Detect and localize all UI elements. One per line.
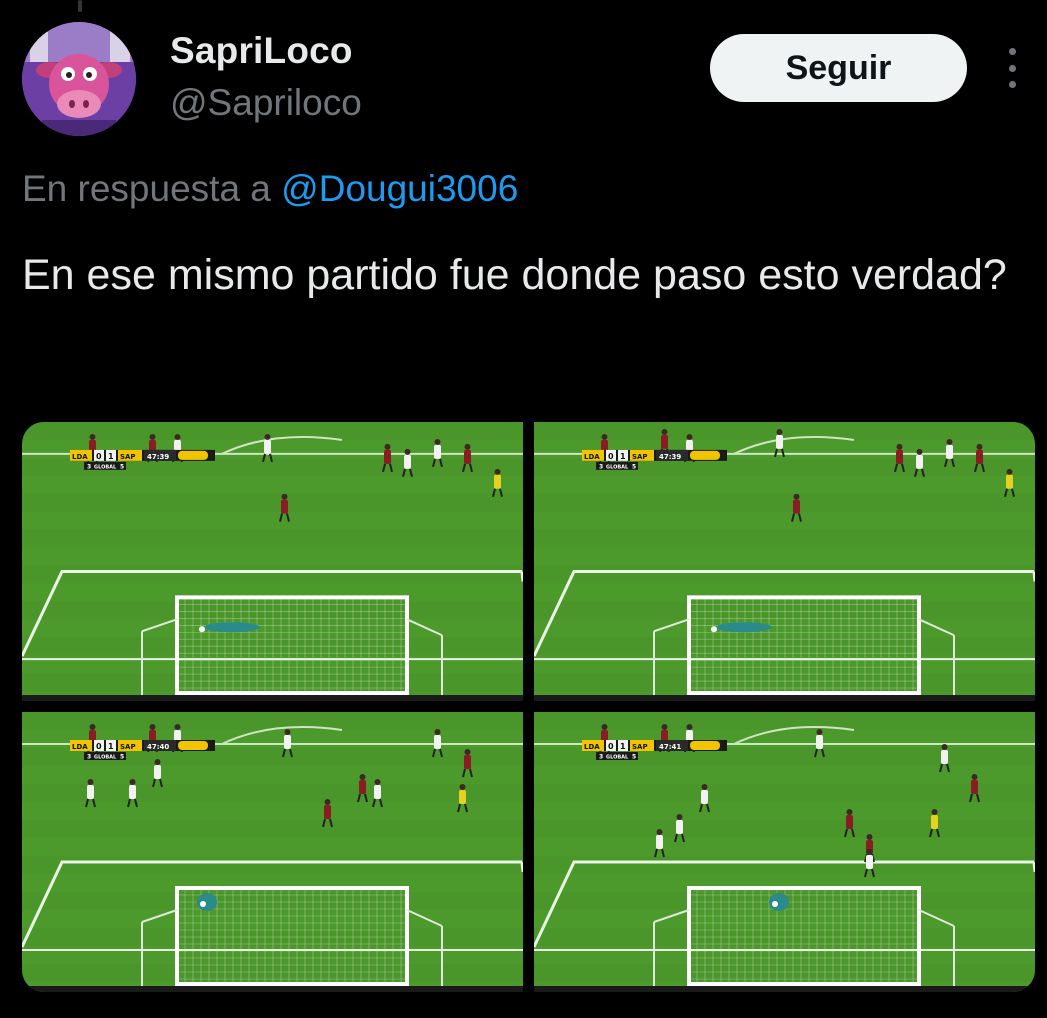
scoreboard-home-score: 0: [608, 452, 614, 461]
scoreboard-aggregate-home: 3: [87, 463, 91, 470]
scoreboard-away-team: SAP: [632, 743, 648, 751]
more-vertical-icon[interactable]: [1000, 48, 1024, 88]
reply-prefix: En respuesta a: [22, 168, 271, 209]
scoreboard-aggregate-away: 5: [120, 754, 124, 761]
scoreboard-aggregate-label: GLOBAL: [94, 755, 117, 761]
scoreboard-clock: 47:39: [147, 453, 169, 461]
scoreboard-away-score: 1: [620, 452, 626, 461]
scoreboard-clock: 47:41: [659, 743, 681, 751]
media-image-2[interactable]: LDA 0 1 SAP 47:39 3 GLOBAL 5: [534, 422, 1035, 701]
scoreboard-home-score: 0: [96, 452, 102, 461]
scoreboard-aggregate-away: 5: [120, 463, 124, 470]
more-dot: [1008, 48, 1016, 55]
football-frame: LDA 0 1 SAP 47:40 3 GLOBAL 5: [22, 712, 523, 992]
media-image-4[interactable]: LDA 0 1 SAP 47:41 3 GLOBAL 5: [534, 712, 1035, 992]
football-frame: LDA 0 1 SAP 47:39 3 GLOBAL 5: [534, 422, 1035, 701]
pink-cow-mascot-avatar-icon: [22, 22, 136, 136]
media-grid: LDA 0 1 SAP 47:39 3 GLOBAL 5 LDA 0 1 SAP 47:39 3 GLOB…: [22, 422, 1035, 992]
scoreboard-home-team: LDA: [72, 453, 88, 461]
thread-connector-line: [78, 0, 82, 12]
media-image-3[interactable]: LDA 0 1 SAP 47:40 3 GLOBAL 5: [22, 712, 523, 992]
scoreboard-home-team: LDA: [584, 743, 600, 751]
scoreboard-aggregate-away: 5: [632, 754, 636, 761]
scoreboard-home-team: LDA: [584, 453, 600, 461]
reply-mention-link[interactable]: @Dougui3006: [281, 168, 518, 209]
scoreboard-away-score: 1: [108, 452, 114, 461]
scoreboard-aggregate-label: GLOBAL: [94, 464, 117, 470]
scoreboard-aggregate-home: 3: [599, 463, 603, 470]
scoreboard-home-score: 0: [96, 742, 102, 751]
scoreboard-clock: 47:39: [659, 453, 681, 461]
scoreboard-away-score: 1: [108, 742, 114, 751]
avatar[interactable]: [22, 22, 136, 136]
media-image-1[interactable]: LDA 0 1 SAP 47:39 3 GLOBAL 5: [22, 422, 523, 701]
scoreboard-away-team: SAP: [120, 743, 136, 751]
scoreboard-clock: 47:40: [147, 743, 169, 751]
tweet-text: En ese mismo partido fue donde paso esto…: [22, 251, 1007, 299]
scoreboard-aggregate-away: 5: [632, 463, 636, 470]
football-frame: LDA 0 1 SAP 47:39 3 GLOBAL 5: [22, 422, 523, 701]
scoreboard-home-score: 0: [608, 742, 614, 751]
follow-button[interactable]: Seguir: [710, 34, 967, 102]
scoreboard-away-team: SAP: [120, 453, 136, 461]
more-dot: [1008, 81, 1016, 88]
scoreboard-aggregate-home: 3: [599, 754, 603, 761]
scoreboard-aggregate-home: 3: [87, 754, 91, 761]
more-dot: [1008, 64, 1016, 72]
display-name[interactable]: SapriLoco: [170, 30, 353, 72]
scoreboard-away-team: SAP: [632, 453, 648, 461]
scoreboard-home-team: LDA: [72, 743, 88, 751]
scoreboard-aggregate-label: GLOBAL: [606, 755, 629, 761]
reply-context: En respuesta a @Dougui3006: [22, 168, 518, 210]
user-handle[interactable]: @Sapriloco: [170, 82, 362, 124]
scoreboard-aggregate-label: GLOBAL: [606, 464, 629, 470]
football-frame: LDA 0 1 SAP 47:41 3 GLOBAL 5: [534, 712, 1035, 992]
scoreboard-away-score: 1: [620, 742, 626, 751]
